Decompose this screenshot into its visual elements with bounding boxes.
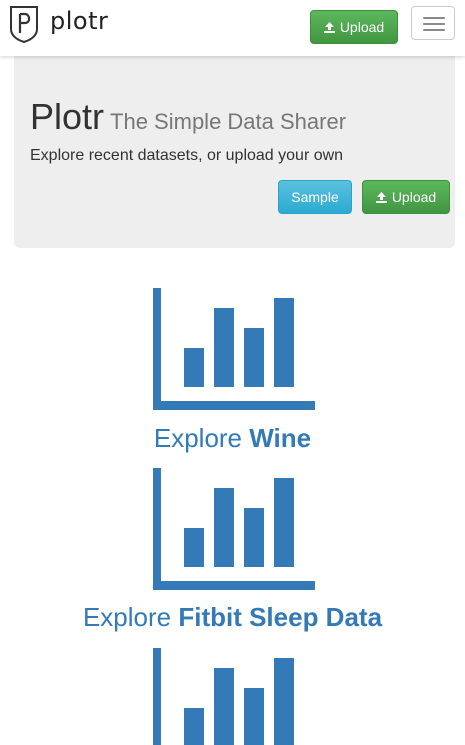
sample-button-label: Sample — [291, 189, 339, 205]
dataset-item-wine[interactable]: Explore Wine — [0, 288, 465, 458]
bar-chart-icon — [153, 468, 315, 590]
explore-prefix: Explore — [82, 602, 172, 632]
dataset-name: Fitbit Sleep Data — [178, 602, 383, 632]
dataset-link[interactable]: Explore Fitbit Sleep Data — [0, 602, 465, 633]
navbar-upload-button[interactable]: Upload — [310, 10, 398, 44]
bar-chart-icon — [153, 648, 294, 745]
upload-icon — [323, 21, 335, 33]
hamburger-menu-icon — [423, 17, 445, 19]
dataset-item[interactable] — [0, 648, 465, 745]
brand-text: plotr — [50, 7, 109, 35]
navbar: plotr Upload — [0, 0, 465, 56]
dataset-item-fitbit[interactable]: Explore Fitbit Sleep Data — [0, 468, 465, 638]
navbar-upload-label: Upload — [339, 19, 385, 35]
upload-button-label: Upload — [391, 189, 437, 205]
jumbotron: Plotr The Simple Data Sharer Explore rece… — [14, 56, 455, 248]
page-title-text: Plotr — [30, 96, 105, 137]
hamburger-menu-icon — [423, 23, 445, 25]
explore-prefix: Explore — [153, 423, 243, 453]
lead-text: Explore recent datasets, or upload your … — [30, 147, 344, 164]
page-subtitle: The Simple Data Sharer — [110, 109, 347, 134]
dataset-name: Wine — [249, 423, 312, 453]
plotr-logo-icon — [10, 6, 38, 43]
brand[interactable]: plotr — [8, 4, 108, 44]
hamburger-menu-icon — [423, 29, 445, 31]
upload-button[interactable]: Upload — [362, 180, 450, 214]
dataset-link[interactable]: Explore Wine — [0, 423, 465, 454]
sample-button[interactable]: Sample — [278, 180, 352, 214]
upload-icon — [375, 191, 387, 203]
page-title: Plotr The Simple Data Sharer — [30, 96, 346, 138]
bar-chart-icon — [153, 288, 315, 410]
navbar-toggle-button[interactable] — [411, 6, 455, 40]
